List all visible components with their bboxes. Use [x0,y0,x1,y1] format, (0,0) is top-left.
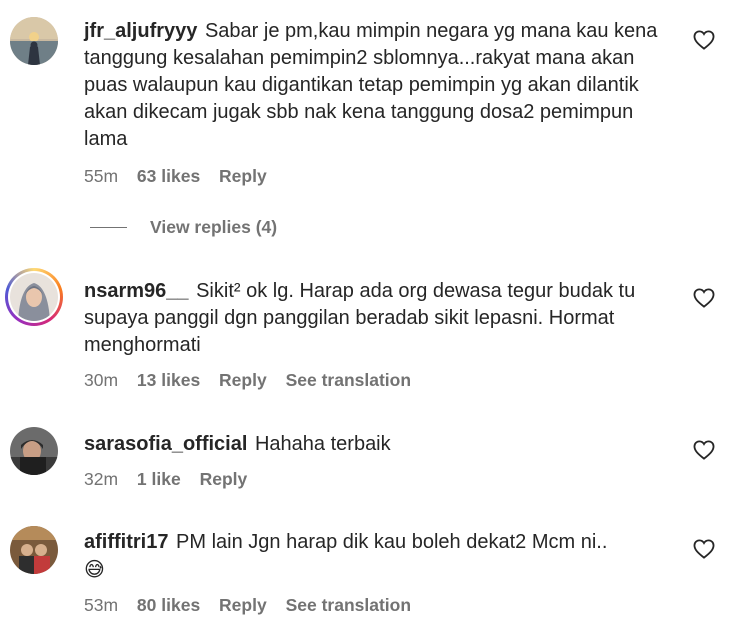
comment-text: PM lain Jgn harap dik kau boleh dekat2 M… [176,531,608,553]
see-translation-button[interactable]: See translation [286,370,411,390]
story-ring[interactable] [5,268,63,326]
comment-body: nsarm96__ Sikit² ok lg. Harap ada org de… [84,278,674,359]
comment-likes[interactable]: 63 likes [137,166,200,186]
reply-button[interactable]: Reply [219,166,267,186]
comment-likes[interactable]: 1 like [137,469,181,489]
comment-meta: 32m 1 like Reply [84,469,261,490]
comment-username[interactable]: afiffitri17 [84,531,168,553]
replies-divider [90,227,127,228]
see-translation-button[interactable]: See translation [286,595,411,615]
comment-likes[interactable]: 13 likes [137,370,200,390]
avatar[interactable] [10,526,58,574]
heart-outline-icon[interactable] [693,30,715,50]
comment-username[interactable]: nsarm96__ [84,280,189,302]
reply-button[interactable]: Reply [219,595,267,615]
comment-body: sarasofia_official Hahaha terbaik [84,431,674,458]
avatar [10,273,58,321]
comment-time: 32m [84,469,119,489]
view-replies-label[interactable]: View replies (4) [150,217,277,238]
comment-body: afiffitri17 PM lain Jgn harap dik kau bo… [84,529,674,584]
comment-time: 30m [84,370,119,390]
comment-body: jfr_aljufryyy Sabar je pm,kau mimpin neg… [84,18,674,153]
comment-time: 55m [84,166,119,186]
comment-meta: 53m 80 likes Reply See translation [84,595,425,616]
comment-username[interactable]: sarasofia_official [84,433,247,455]
comment-text: Hahaha terbaik [254,433,391,455]
comment-meta: 55m 63 likes Reply [84,166,281,187]
comment-meta: 30m 13 likes Reply See translation [84,370,425,391]
reply-button[interactable]: Reply [200,469,248,489]
view-replies-button[interactable]: View replies (4) [90,217,277,238]
sweat-smile-emoji: 😅 [84,557,105,581]
comment-time: 53m [84,595,119,615]
heart-outline-icon[interactable] [693,440,715,460]
comment-likes[interactable]: 80 likes [137,595,200,615]
comment-username[interactable]: jfr_aljufryyy [84,20,197,42]
heart-outline-icon[interactable] [693,539,715,559]
heart-outline-icon[interactable] [693,288,715,308]
reply-button[interactable]: Reply [219,370,267,390]
avatar[interactable] [10,17,58,65]
avatar[interactable] [10,427,58,475]
